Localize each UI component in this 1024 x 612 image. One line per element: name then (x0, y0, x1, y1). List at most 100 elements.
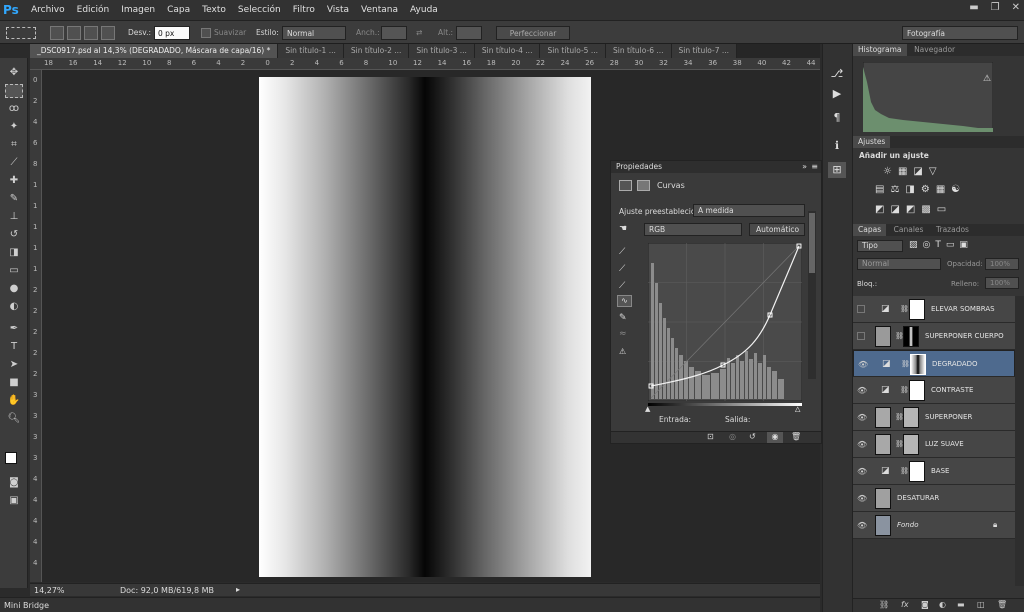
smooth-curve-icon[interactable]: ≈ (619, 329, 627, 339)
antialias-checkbox[interactable] (201, 28, 211, 38)
white-slider-icon[interactable]: △ (795, 405, 800, 413)
collapse-icon[interactable]: » (802, 162, 807, 171)
layer-thumbnail[interactable] (875, 407, 891, 428)
dodge-tool-icon[interactable]: ◐ (5, 300, 23, 314)
layer-luz-suave[interactable]: 👁︎ ⛓ LUZ SUAVE (853, 431, 1015, 458)
menu-ayuda[interactable]: Ayuda (404, 0, 444, 20)
quick-mask-icon[interactable]: ◙ (5, 476, 23, 490)
layer-mask-thumbnail[interactable] (910, 354, 926, 375)
visibility-toggle[interactable] (857, 332, 865, 340)
crop-tool-icon[interactable]: ⌗ (5, 138, 23, 152)
layer-filter-select[interactable]: Tipo (857, 240, 903, 252)
layer-fondo[interactable]: 👁︎ Fondo 🔒︎ (853, 512, 1015, 539)
menu-ventana[interactable]: Ventana (355, 0, 404, 20)
curves-graph[interactable] (648, 243, 802, 401)
path-selection-icon[interactable]: ➤ (5, 358, 23, 372)
eye-icon[interactable]: 👁︎ (857, 386, 867, 395)
tab-adjustments[interactable]: Ajustes (853, 136, 891, 148)
layer-superponer-cuerpo[interactable]: ⛓ SUPERPONER CUERPO (853, 323, 1015, 350)
properties-icon[interactable]: ⊞ (828, 162, 846, 178)
height-input[interactable] (456, 26, 482, 40)
fx-icon[interactable]: fx (901, 600, 909, 609)
type-tool-icon[interactable]: T (5, 340, 23, 354)
eye-icon[interactable]: 👁︎ (858, 360, 868, 369)
tab-paths[interactable]: Trazados (931, 224, 974, 236)
layer-mask-thumbnail[interactable] (903, 407, 919, 428)
eye-icon[interactable]: 👁︎ (857, 521, 867, 530)
tab-navigator[interactable]: Navegador (909, 44, 960, 56)
warning-icon[interactable]: ⚠ (983, 74, 991, 84)
actions-play-icon[interactable]: ▶ (828, 86, 846, 102)
layer-thumbnail[interactable] (875, 515, 891, 536)
screen-mode-icon[interactable]: ▣ (5, 494, 23, 508)
intersect-selection-icon[interactable] (101, 26, 115, 40)
eye-icon[interactable]: 👁︎ (857, 440, 867, 449)
status-arrow-icon[interactable]: ▸ (236, 585, 240, 594)
new-adjustment-icon[interactable]: ◐ (939, 600, 946, 609)
zoom-tool-icon[interactable]: 🔍︎ (5, 412, 23, 426)
tab-document[interactable]: Sin título-5 ... (540, 44, 606, 58)
add-mask-icon[interactable]: ◙ (921, 600, 929, 609)
tab-document[interactable]: Sin título-6 ... (605, 44, 672, 58)
white-point-eyedropper-icon[interactable]: ⟋ (619, 281, 625, 291)
gray-point-eyedropper-icon[interactable]: ⟋ (619, 264, 625, 274)
properties-scrollbar[interactable] (808, 211, 816, 379)
scrollbar-thumb[interactable] (809, 213, 815, 273)
new-layer-icon[interactable]: ◫ (977, 600, 985, 609)
link-layers-icon[interactable]: ⛓ (879, 600, 889, 609)
layer-thumbnail[interactable] (875, 434, 891, 455)
blend-mode-select[interactable]: Normal (857, 258, 941, 270)
layer-elevar-sombras[interactable]: ◪ ⛓ ELEVAR SOMBRAS (853, 296, 1015, 323)
hand-tool-icon[interactable]: ✋ (5, 394, 23, 408)
layer-mask-thumbnail[interactable] (903, 326, 919, 347)
pencil-draw-icon[interactable]: ✎ (619, 313, 627, 323)
zoom-level[interactable]: 14,27% (34, 586, 65, 595)
layer-degradado[interactable]: 👁︎ ◪ ⛓ DEGRADADO (853, 350, 1015, 377)
healing-brush-icon[interactable]: ✚ (5, 174, 23, 188)
channel-select[interactable]: RGB (644, 223, 742, 236)
brush-tool-icon[interactable]: ✎ (5, 192, 23, 206)
layer-mask-thumbnail[interactable] (909, 380, 925, 401)
layer-base[interactable]: 👁︎ ◪ ⛓ BASE (853, 458, 1015, 485)
layer-mask-thumbnail[interactable] (909, 299, 925, 320)
layer-filter-icons[interactable]: ▨◎T▭▣ (909, 240, 973, 250)
clip-to-layer-icon[interactable]: ⊡ (707, 432, 714, 441)
width-input[interactable] (381, 26, 407, 40)
magic-wand-icon[interactable]: ✦ (5, 120, 23, 134)
clipping-warning-icon[interactable]: ⚠ (619, 347, 626, 356)
eye-icon[interactable]: 👁︎ (857, 413, 867, 422)
layer-desaturar[interactable]: 👁︎ DESATURAR (853, 485, 1015, 512)
tab-document[interactable]: Sin título-4 ... (474, 44, 541, 58)
feather-input[interactable]: 0 px (154, 26, 190, 40)
menu-seleccion[interactable]: Selección (232, 0, 287, 20)
add-selection-icon[interactable] (67, 26, 81, 40)
new-selection-icon[interactable] (50, 26, 64, 40)
layer-mask-thumbnail[interactable] (909, 461, 925, 482)
adjustment-icons-row-1[interactable]: ☼▦◪▽ (883, 166, 943, 177)
reset-icon[interactable]: ↺ (749, 432, 756, 441)
mini-bridge-tab[interactable]: Mini Bridge (4, 601, 49, 610)
visibility-toggle[interactable] (857, 305, 865, 313)
tab-channels[interactable]: Canales (889, 224, 929, 236)
info-icon[interactable]: ℹ (828, 138, 846, 154)
menu-capa[interactable]: Capa (161, 0, 196, 20)
history-brush-icon[interactable]: ↺ (5, 228, 23, 242)
link-icon[interactable]: ⛓ (901, 360, 910, 368)
tab-document[interactable]: Sin título-2 ... (343, 44, 410, 58)
tab-document[interactable]: Sin título-7 ... (671, 44, 738, 58)
view-previous-icon[interactable]: ◎ (729, 432, 736, 441)
menu-texto[interactable]: Texto (196, 0, 232, 20)
layer-superponer[interactable]: 👁︎ ⛓ SUPERPONER (853, 404, 1015, 431)
refine-edge-button[interactable]: Perfeccionar bor. (496, 26, 570, 52)
pen-tool-icon[interactable]: ✒ (5, 322, 23, 336)
menu-filtro[interactable]: Filtro (287, 0, 321, 20)
tab-document-active[interactable]: _DSC0917.psd al 14,3% (DEGRADADO, Máscar… (30, 44, 279, 58)
workspace-select[interactable]: Fotografía (902, 26, 1018, 40)
panel-menu-icon[interactable]: ≡ (811, 162, 818, 171)
curve-point-icon[interactable]: ∿ (617, 295, 632, 307)
black-slider-icon[interactable]: ▲ (645, 405, 650, 413)
eraser-icon[interactable]: ◨ (5, 246, 23, 260)
visibility-icon[interactable]: ◉ (767, 432, 783, 443)
layers-scrollbar[interactable] (1015, 296, 1024, 586)
mask-icon[interactable] (637, 180, 650, 191)
